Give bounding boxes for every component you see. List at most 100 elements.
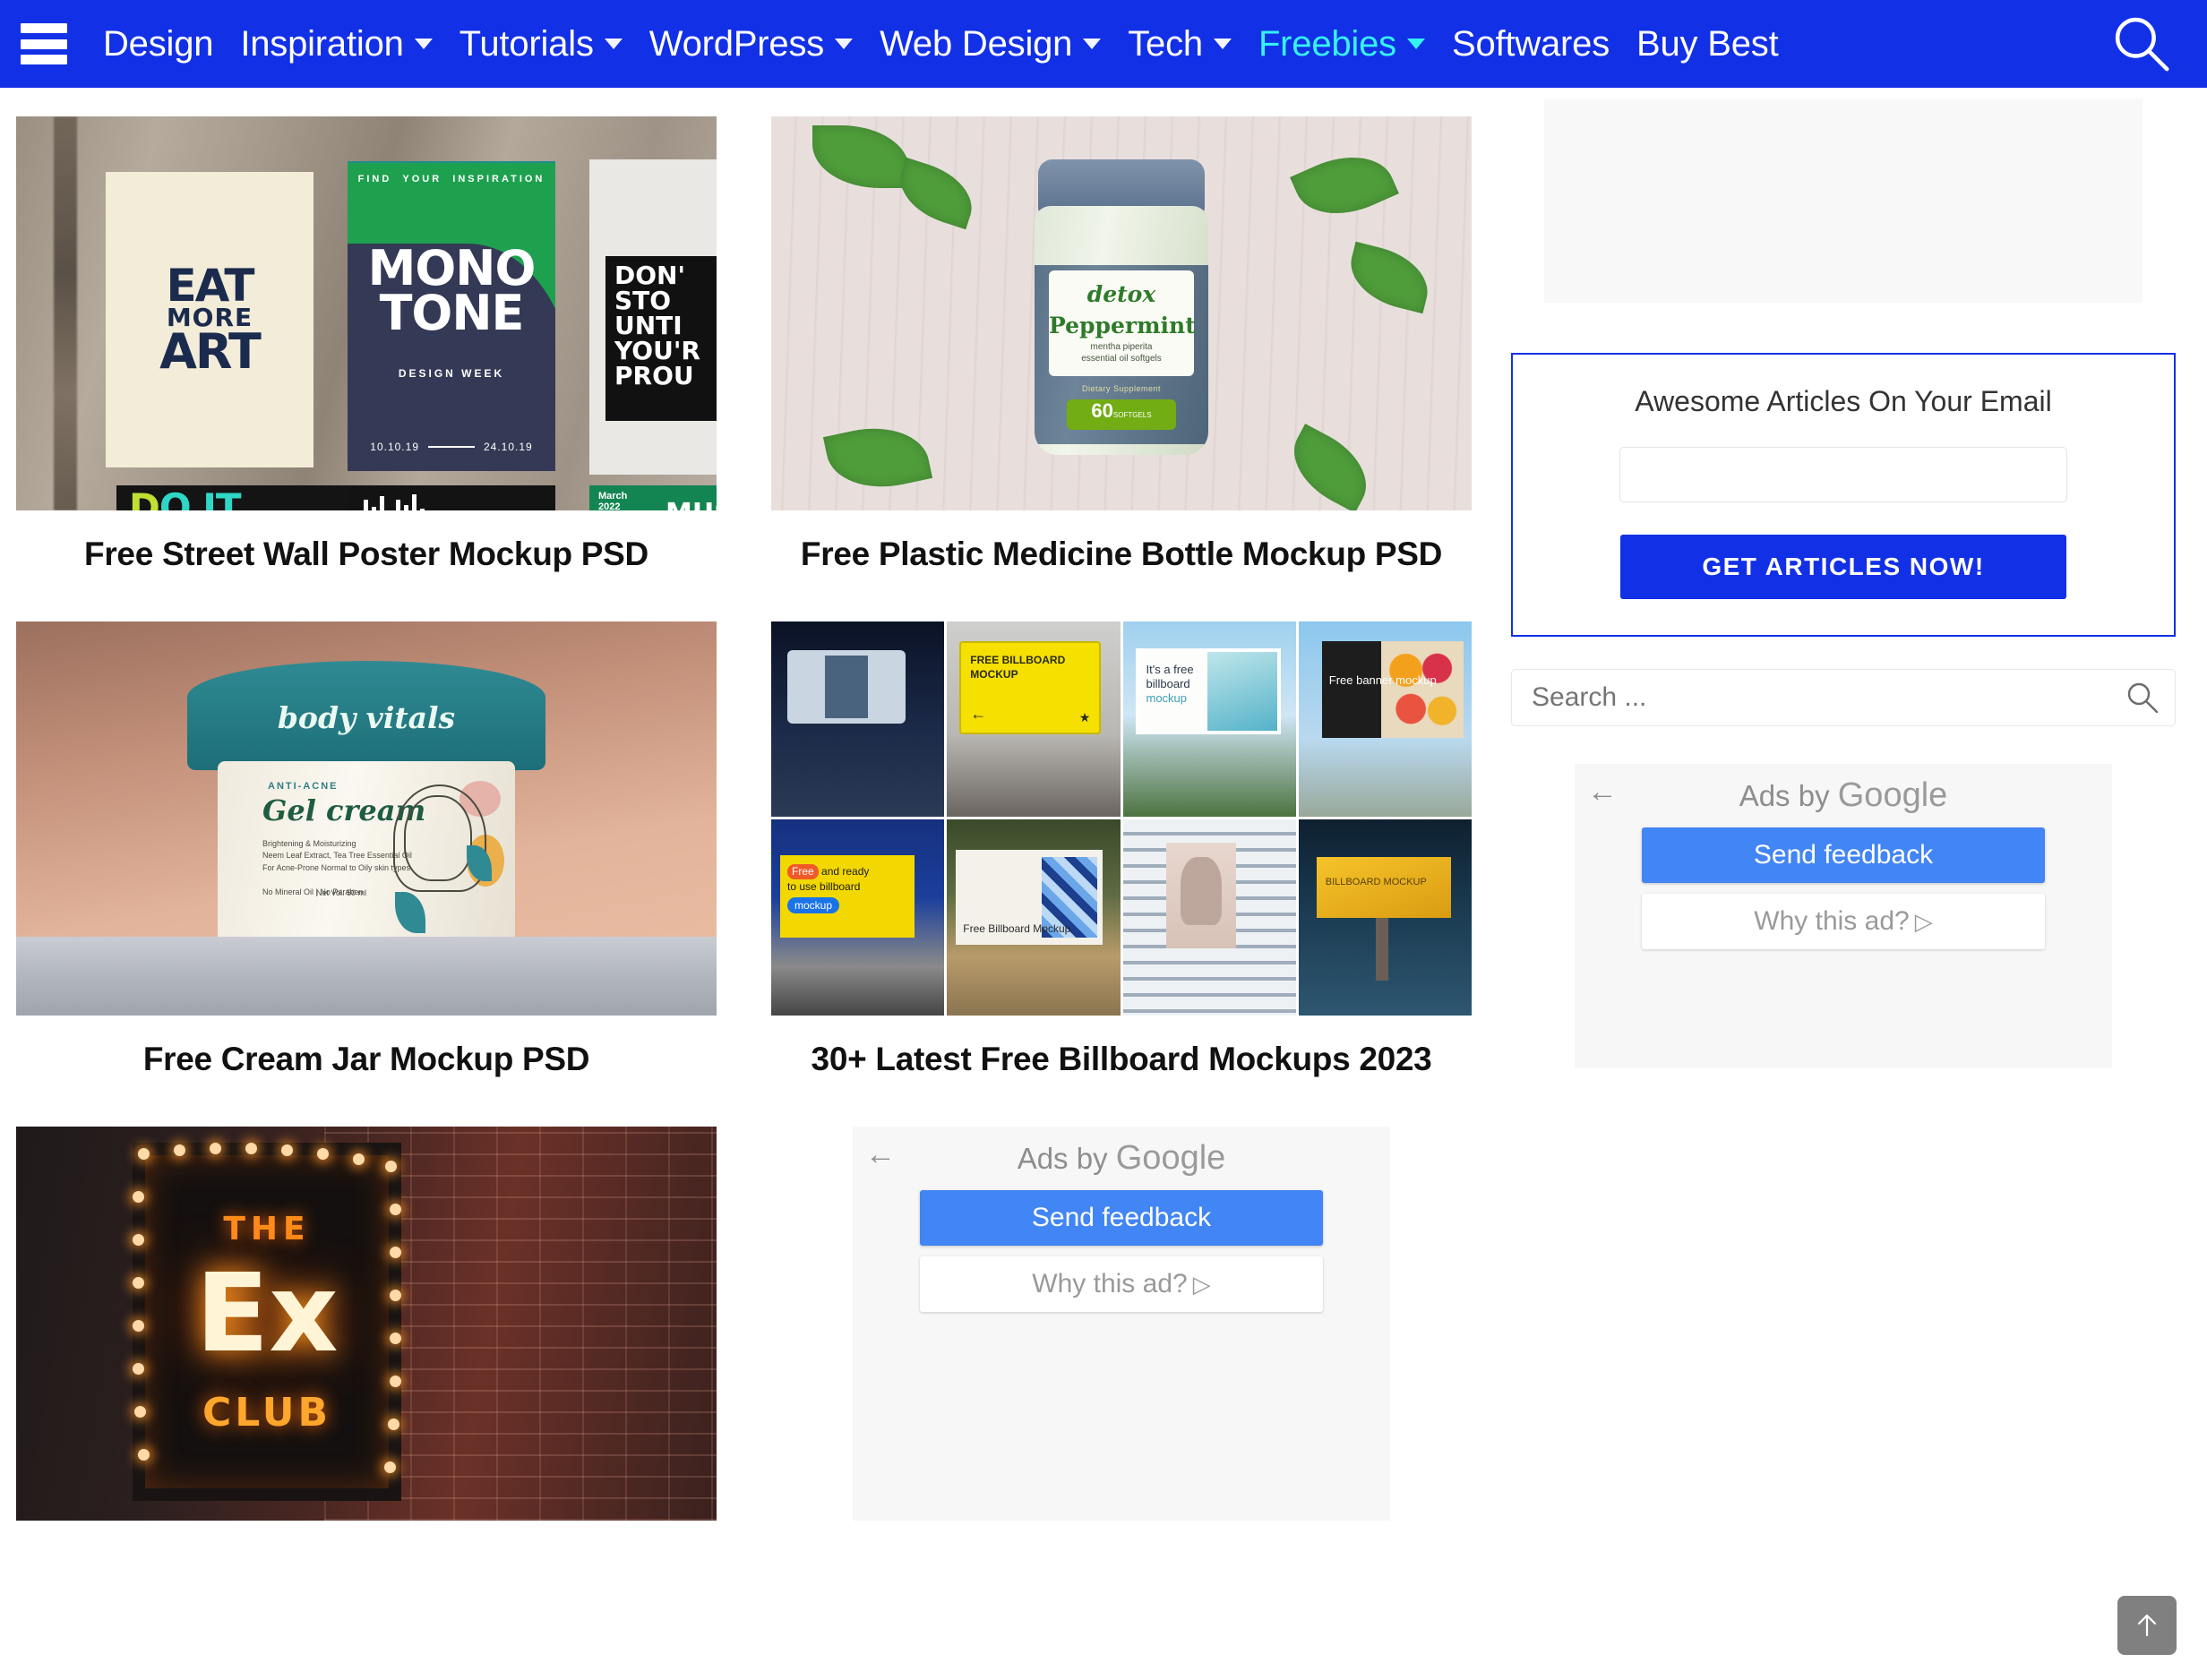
cream-scene: body vitals ANTI-ACNE Gel cream Brighten… [16, 621, 717, 1016]
stone-slab [16, 936, 717, 1016]
chevron-down-icon [414, 39, 433, 49]
center-ad-card: ← Ads by Google Send feedback Why this a… [771, 1126, 1472, 1521]
label-illustration [388, 777, 504, 939]
mint-leaf-icon [1343, 241, 1436, 314]
product-subtitle: mentha piperita essential oil softgels [1081, 342, 1162, 364]
email-subscribe-widget: Awesome Articles On Your Email GET ARTIC… [1511, 353, 2176, 637]
post-title[interactable]: Free Cream Jar Mockup PSD [16, 1037, 717, 1082]
search-input[interactable] [1511, 669, 2176, 726]
hamburger-icon[interactable] [21, 23, 67, 64]
neon-text: CLUB [202, 1389, 332, 1436]
nav-item-inspiration[interactable]: Inspiration [240, 24, 433, 64]
send-feedback-button[interactable]: Send feedback [920, 1189, 1323, 1246]
post-title[interactable]: 30+ Latest Free Billboard Mockups 2023 [771, 1037, 1472, 1082]
nav-item-design[interactable]: Design [103, 23, 214, 64]
nav-item-softwares[interactable]: Softwares [1452, 24, 1610, 64]
mint-leaf-icon [812, 125, 909, 188]
post-title[interactable]: Free Plastic Medicine Bottle Mockup PSD [771, 532, 1472, 577]
nav-item-wordpress[interactable]: WordPress [649, 24, 854, 64]
collage-tile: Free and ready to use billboard mockup [771, 819, 945, 1016]
mint-leaf-icon [1290, 139, 1399, 232]
poster-stripes [348, 485, 555, 510]
nav-item-label: Tutorials [459, 23, 594, 64]
product-name: Peppermint [1049, 313, 1196, 339]
why-this-ad-button[interactable]: Why this ad? ▷ [920, 1256, 1323, 1312]
send-feedback-button[interactable]: Send feedback [1642, 827, 2045, 883]
poster-do-it: DO IT [116, 485, 385, 510]
scroll-to-top-button[interactable] [2117, 1596, 2177, 1655]
jar-lid: body vitals [187, 660, 545, 770]
product-category: Dietary Supplement [1081, 384, 1162, 393]
product-kicker: ANTI-ACNE [268, 780, 339, 792]
collage-tile: Free Billboard Mockup [947, 819, 1121, 1016]
back-arrow-icon[interactable]: ← [865, 1139, 896, 1170]
collage-tile [771, 621, 945, 818]
tile-text: Free banner mockup [1328, 673, 1437, 687]
tile-text: BILLBOARD MOCKUP [1325, 877, 1427, 888]
post-title[interactable]: Free Street Wall Poster Mockup PSD [16, 532, 717, 577]
search-icon[interactable] [2125, 681, 2160, 715]
brand-name: body vitals [277, 699, 456, 735]
nav-item-tutorials[interactable]: Tutorials [459, 24, 623, 64]
billboard-collage: FREE BILLBOARD MOCKUP ← ★ It's a free bil… [771, 621, 1472, 1016]
post-thumbnail-cream-jar[interactable]: body vitals ANTI-ACNE Gel cream Brighten… [16, 621, 717, 1016]
post-thumbnail-ex-club[interactable]: THE Ex CLUB [16, 1126, 717, 1521]
poster-eat-more-art: EAT MORE ART [106, 172, 313, 467]
collage-tile [1122, 819, 1296, 1016]
jar-body: ANTI-ACNE Gel cream Brightening & Moistu… [218, 760, 515, 947]
post-thumbnail-street-wall-poster[interactable]: EAT MORE ART FIND YOUR INSPIRATION MONO T… [16, 116, 717, 510]
nav-item-label: Design [103, 23, 214, 64]
neon-text: Ex [195, 1251, 339, 1376]
post-grid: EAT MORE ART FIND YOUR INSPIRATION MONO T… [16, 116, 1494, 1565]
sidebar-ad-placeholder[interactable] [1544, 99, 2143, 303]
neon-sign-box: THE Ex CLUB [133, 1142, 401, 1501]
neon-sign-scene: THE Ex CLUB [16, 1126, 717, 1521]
collage-tile: Free banner mockup [1298, 621, 1472, 818]
chevron-down-icon [1406, 39, 1425, 49]
product-count-badge: 60SOFTGELS [1067, 399, 1176, 430]
bottle: detox Peppermint mentha piperita essenti… [1035, 159, 1208, 455]
product-volume: Net Vol. 50 ml [316, 887, 367, 897]
post-card: THE Ex CLUB [16, 1126, 717, 1521]
wall-crack [54, 116, 77, 510]
chevron-down-icon [835, 39, 854, 49]
back-arrow-icon[interactable]: ← [1587, 776, 1618, 807]
jar: body vitals ANTI-ACNE Gel cream Brighten… [187, 660, 545, 947]
nav-item-buy-best[interactable]: Buy Best [1636, 23, 1779, 64]
nav-item-freebies[interactable]: Freebies [1258, 24, 1425, 64]
mint-leaf-icon [822, 416, 933, 499]
google-wordmark: Google [1115, 1138, 1226, 1177]
nav-item-tech[interactable]: Tech [1128, 24, 1232, 64]
hamburger-bar [21, 23, 67, 33]
sidebar: Awesome Articles On Your Email GET ARTIC… [1494, 88, 2193, 1565]
why-this-ad-button[interactable]: Why this ad? ▷ [1642, 894, 2045, 949]
post-card: FREE BILLBOARD MOCKUP ← ★ It's a free bil… [771, 621, 1472, 1082]
neon-text: THE [223, 1210, 311, 1247]
nav-item-label: Tech [1128, 23, 1203, 64]
email-field[interactable] [1619, 447, 2067, 502]
get-articles-button[interactable]: GET ARTICLES NOW! [1620, 535, 2066, 599]
poster-line: ART [159, 323, 262, 381]
google-ad-sidebar: ← Ads by Google Send feedback Why this a… [1575, 764, 2112, 1068]
post-thumbnail-medicine-bottle[interactable]: detox Peppermint mentha piperita essenti… [771, 116, 1472, 510]
nav-item-label: Web Design [880, 23, 1073, 64]
poster-dates: 10.10.19 24.10.19 [370, 441, 533, 453]
bottle-label: detox Peppermint mentha piperita essenti… [1035, 265, 1208, 444]
mint-leaf-icon [890, 157, 982, 230]
nav-item-label: Softwares [1451, 23, 1610, 64]
collage-tile: It's a free billboard mockup [1122, 621, 1296, 818]
tile-text: FREE BILLBOARD MOCKUP [970, 653, 1066, 681]
wood-background: detox Peppermint mentha piperita essenti… [771, 116, 1472, 510]
search-icon[interactable] [2108, 12, 2173, 76]
nav-item-label: Freebies [1258, 23, 1396, 64]
brand-name: detox [1086, 281, 1156, 307]
mint-leaf-icon [1279, 424, 1381, 510]
poster-subtitle: DESIGN WEEK [398, 367, 505, 380]
post-thumbnail-billboard-mockups[interactable]: FREE BILLBOARD MOCKUP ← ★ It's a free bil… [771, 621, 1472, 1016]
nav-items: Design Inspiration Tutorials WordPress W… [103, 0, 1806, 88]
post-card: body vitals ANTI-ACNE Gel cream Brighten… [16, 621, 717, 1082]
wall-scene: EAT MORE ART FIND YOUR INSPIRATION MONO T… [16, 116, 717, 510]
hamburger-bar [21, 39, 67, 49]
nav-item-label: Buy Best [1636, 23, 1779, 64]
nav-item-web-design[interactable]: Web Design [880, 23, 1102, 64]
